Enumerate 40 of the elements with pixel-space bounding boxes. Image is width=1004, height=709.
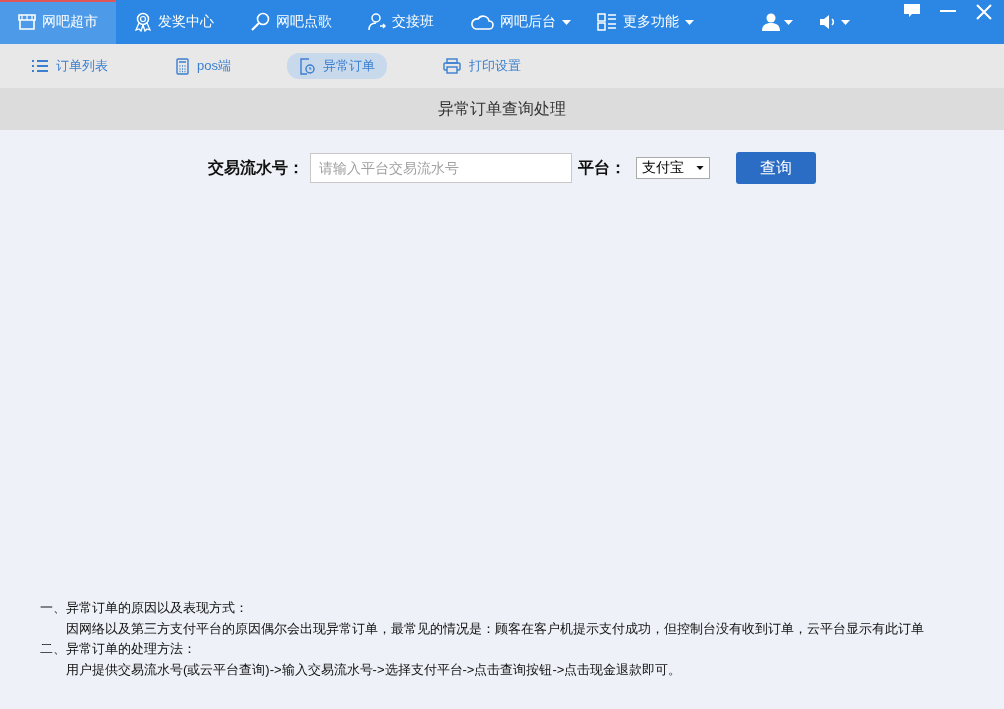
caret-icon xyxy=(562,19,571,25)
nav-tab[interactable]: 更多功能 xyxy=(579,0,702,44)
caret-icon xyxy=(685,19,694,25)
award-ribbon-icon xyxy=(134,12,152,32)
nav-tab[interactable]: 交接班 xyxy=(350,0,452,44)
sub-tab[interactable]: pos端 xyxy=(164,53,243,79)
close-icon[interactable] xyxy=(976,4,992,20)
nav-tab[interactable]: 网吧超市 xyxy=(0,0,116,44)
shop-icon xyxy=(18,14,36,30)
speaker-icon xyxy=(819,13,837,31)
user-menu-button[interactable] xyxy=(762,13,793,31)
cloud-icon xyxy=(470,13,494,31)
nav-tab[interactable]: 网吧点歌 xyxy=(232,0,350,44)
grid-list-icon xyxy=(597,13,617,31)
user-icon xyxy=(762,13,780,31)
note-text: 用户提供交易流水号(或云平台查询)->输入交易流水号->选择支付平台->点击查询按钮->点击现金退款即可。 xyxy=(65,660,683,679)
page-title: 异常订单查询处理 xyxy=(0,88,1004,130)
sub-tab[interactable]: 打印设置 xyxy=(430,53,533,79)
caret-icon xyxy=(841,19,850,25)
platform-label: 平台： xyxy=(578,157,626,178)
caret-icon xyxy=(784,19,793,25)
caret-icon xyxy=(696,166,704,170)
user-swap-icon xyxy=(368,12,386,32)
document-clock-icon xyxy=(298,57,315,75)
note-heading: 二、异常订单的处理方法： xyxy=(40,640,197,658)
nav-tab[interactable]: 网吧后台 xyxy=(452,0,579,44)
list-icon xyxy=(32,59,48,73)
sub-tab[interactable]: 异常订单 xyxy=(286,53,387,79)
serial-number-label: 交易流水号： xyxy=(208,157,304,178)
nav-tab[interactable]: 发奖中心 xyxy=(116,0,232,44)
calculator-icon xyxy=(176,57,189,75)
sub-tab[interactable]: 订单列表 xyxy=(20,53,120,79)
volume-menu-button[interactable] xyxy=(819,13,850,31)
chat-icon[interactable] xyxy=(904,4,920,18)
note-heading: 一、异常订单的原因以及表现方式： xyxy=(40,599,249,617)
query-button[interactable]: 查询 xyxy=(736,152,816,184)
serial-number-field[interactable]: 请输入平台交易流水号 xyxy=(310,153,572,183)
platform-dropdown[interactable]: 支付宝 xyxy=(636,157,710,179)
note-text: 因网络以及第三方支付平台的原因偶尔会出现异常订单，最常见的情况是：顾客在客户机提示支付成功，但控制台没有收到订单，云平台显示有此订单 xyxy=(65,619,924,638)
printer-icon xyxy=(442,58,461,74)
